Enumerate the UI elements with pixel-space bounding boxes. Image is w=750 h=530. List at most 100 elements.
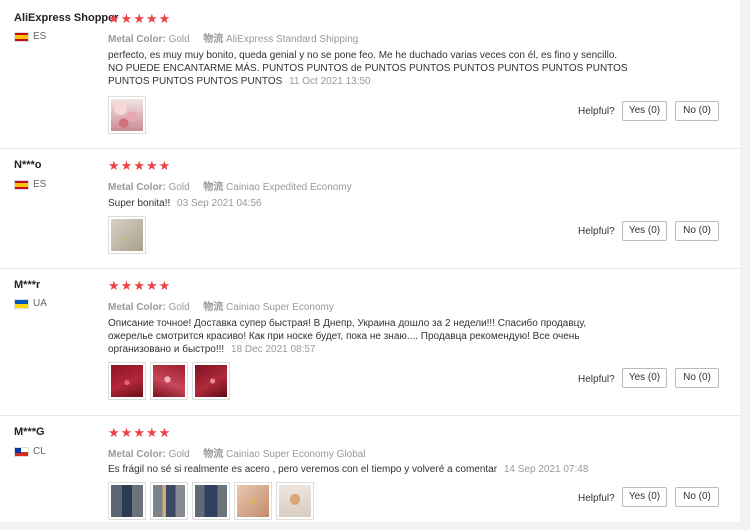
review-divider [0,148,740,149]
review-photo[interactable] [150,482,188,520]
review-photo[interactable] [150,362,188,400]
review-text: Super bonita!! 03 Sep 2021 04:56 [108,197,628,210]
helpful-no-button[interactable]: No (0) [675,487,719,507]
star-icon: ★ [120,158,133,173]
chile-flag-icon [14,446,29,457]
review-text: Es frágil no sé si realmente es acero , … [108,463,638,476]
review-photos [108,482,314,520]
metal-color-value: Gold [168,34,190,45]
reviewer-name: M***r [14,279,41,291]
review-photo[interactable] [108,216,146,254]
reviewer-country: ES [14,179,46,190]
review-text: Описание точное! Доставка супер быстрая!… [108,317,628,356]
review-meta: Metal Color: Gold 物流 Cainiao Super Econo… [108,298,334,313]
review-body: Es frágil no sé si realmente es acero , … [108,464,498,475]
star-rating: ★ ★ ★ ★ ★ [108,426,170,439]
country-code: ES [33,179,47,190]
shipping-value: Cainiao Super Economy [226,302,334,313]
shipping-value: Cainiao Super Economy Global [226,449,366,460]
shipping-value: Cainiao Expedited Economy [226,182,352,193]
review-divider [0,268,740,269]
ukraine-flag-icon [14,298,29,309]
review-meta: Metal Color: Gold 物流 AliExpress Standard… [108,30,358,45]
reviewer-name: AliExpress Shopper [14,12,119,24]
review-date: 03 Sep 2021 04:56 [177,198,262,209]
helpful-yes-button[interactable]: Yes (0) [622,221,667,241]
star-icon: ★ [120,11,133,26]
country-code: ES [33,31,47,42]
review-photo[interactable] [234,482,272,520]
helpful-no-button[interactable]: No (0) [675,368,719,388]
review-photos [108,96,146,134]
star-icon: ★ [145,425,158,440]
star-icon: ★ [133,278,145,293]
star-icon: ★ [145,278,158,293]
review-body: Super bonita!! [108,198,171,209]
star-rating: ★ ★ ★ ★ ★ [108,12,170,25]
review-meta: Metal Color: Gold 物流 Cainiao Expedited E… [108,178,352,193]
shipping-label: 物流 [203,302,224,313]
reviewer-name: M***G [14,426,45,438]
star-icon: ★ [108,278,120,293]
helpful-label: Helpful? [578,106,615,117]
country-code: CL [33,446,46,457]
helpful-label: Helpful? [578,374,615,385]
star-rating: ★ ★ ★ ★ ★ [108,159,170,172]
star-icon: ★ [158,278,171,293]
helpful-yes-button[interactable]: Yes (0) [622,368,667,388]
reviewer-name: N***o [14,159,42,171]
star-icon: ★ [133,158,145,173]
helpful-no-button[interactable]: No (0) [675,221,719,241]
review-photo[interactable] [276,482,314,520]
star-rating: ★ ★ ★ ★ ★ [108,279,170,292]
star-icon: ★ [145,158,158,173]
review-date: 11 Oct 2021 13:50 [289,76,371,87]
review-photo[interactable] [192,482,230,520]
review-body: Описание точное! Доставка супер быстрая!… [108,318,587,355]
metal-color-label: Metal Color: [108,34,166,45]
helpful-yes-button[interactable]: Yes (0) [622,487,667,507]
reviewer-country: CL [14,446,46,457]
reviewer-country: UA [14,298,47,309]
metal-color-value: Gold [168,182,190,193]
shipping-value: AliExpress Standard Shipping [226,34,359,45]
helpful-no-button[interactable]: No (0) [675,101,719,121]
helpful-yes-button[interactable]: Yes (0) [622,101,667,121]
scroll-gutter [740,0,750,530]
review-meta: Metal Color: Gold 物流 Cainiao Super Econo… [108,445,366,460]
review-photos [108,216,146,254]
review-date: 14 Sep 2021 07:48 [503,464,589,475]
shipping-label: 物流 [203,449,224,460]
metal-color-value: Gold [168,449,190,460]
metal-color-label: Metal Color: [108,302,166,313]
review-photo[interactable] [192,362,230,400]
star-icon: ★ [108,158,120,173]
star-icon: ★ [158,425,171,440]
review-date: 18 Dec 2021 08:57 [230,344,316,355]
helpful-label: Helpful? [578,493,615,504]
star-icon: ★ [108,11,120,26]
star-icon: ★ [158,158,171,173]
shipping-label: 物流 [203,34,224,45]
metal-color-value: Gold [168,302,190,313]
metal-color-label: Metal Color: [108,449,166,460]
reviews-page: AliExpress Shopper ES ★ ★ ★ ★ ★ Metal Color:… [0,0,740,530]
review-photo[interactable] [108,362,146,400]
review-photos [108,362,230,400]
spain-flag-icon [14,31,29,42]
star-icon: ★ [120,425,133,440]
shipping-label: 物流 [203,182,224,193]
star-icon: ★ [145,11,158,26]
star-icon: ★ [158,11,171,26]
star-icon: ★ [133,425,145,440]
review-divider [0,415,740,416]
star-icon: ★ [108,425,120,440]
spain-flag-icon [14,179,29,190]
bottom-gap [0,522,740,530]
review-photo[interactable] [108,96,146,134]
review-text: perfecto, es muy muy bonito, queda genia… [108,49,628,88]
metal-color-label: Metal Color: [108,182,166,193]
review-photo[interactable] [108,482,146,520]
helpful-label: Helpful? [578,226,615,237]
star-icon: ★ [120,278,133,293]
